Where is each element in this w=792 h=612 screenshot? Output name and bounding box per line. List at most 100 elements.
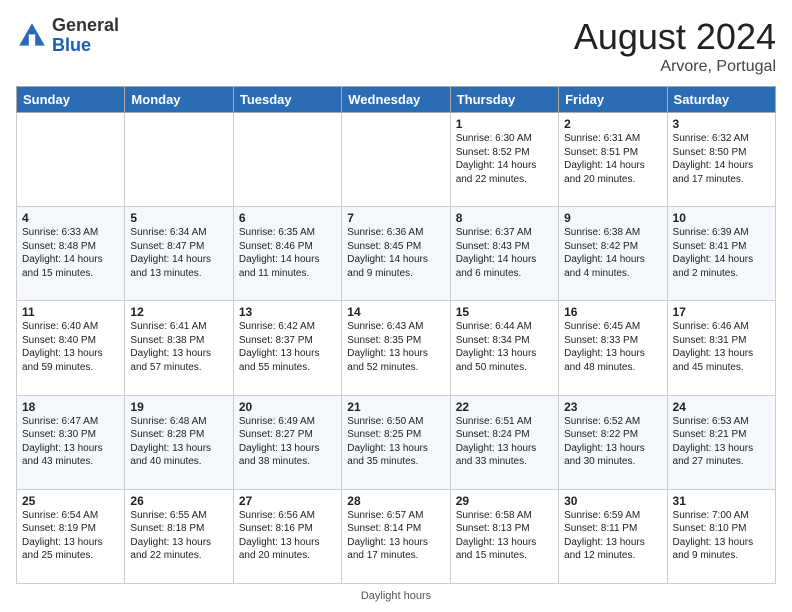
col-thursday: Thursday — [450, 87, 558, 113]
day-info: Sunrise: 6:49 AM Sunset: 8:27 PM Dayligh… — [239, 415, 336, 469]
day-number: 17 — [673, 305, 770, 319]
day-info: Sunrise: 6:59 AM Sunset: 8:11 PM Dayligh… — [564, 509, 661, 563]
calendar-day: 2Sunrise: 6:31 AM Sunset: 8:51 PM Daylig… — [559, 113, 667, 207]
col-saturday: Saturday — [667, 87, 775, 113]
day-info: Sunrise: 6:40 AM Sunset: 8:40 PM Dayligh… — [22, 320, 119, 374]
calendar-day: 19Sunrise: 6:48 AM Sunset: 8:28 PM Dayli… — [125, 395, 233, 489]
day-info: Sunrise: 6:54 AM Sunset: 8:19 PM Dayligh… — [22, 509, 119, 563]
calendar-week-3: 11Sunrise: 6:40 AM Sunset: 8:40 PM Dayli… — [17, 301, 776, 395]
calendar-week-2: 4Sunrise: 6:33 AM Sunset: 8:48 PM Daylig… — [17, 207, 776, 301]
calendar-day: 13Sunrise: 6:42 AM Sunset: 8:37 PM Dayli… — [233, 301, 341, 395]
col-sunday: Sunday — [17, 87, 125, 113]
day-info: Sunrise: 6:34 AM Sunset: 8:47 PM Dayligh… — [130, 226, 227, 280]
calendar-day: 11Sunrise: 6:40 AM Sunset: 8:40 PM Dayli… — [17, 301, 125, 395]
day-info: Sunrise: 6:33 AM Sunset: 8:48 PM Dayligh… — [22, 226, 119, 280]
calendar-day: 18Sunrise: 6:47 AM Sunset: 8:30 PM Dayli… — [17, 395, 125, 489]
month-year: August 2024 — [574, 16, 776, 58]
day-info: Sunrise: 6:43 AM Sunset: 8:35 PM Dayligh… — [347, 320, 444, 374]
calendar-day: 9Sunrise: 6:38 AM Sunset: 8:42 PM Daylig… — [559, 207, 667, 301]
logo-icon — [16, 20, 48, 52]
day-number: 23 — [564, 400, 661, 414]
location: Arvore, Portugal — [574, 58, 776, 76]
day-number: 3 — [673, 117, 770, 131]
logo-general-label: General — [52, 16, 119, 36]
calendar-day: 23Sunrise: 6:52 AM Sunset: 8:22 PM Dayli… — [559, 395, 667, 489]
day-number: 22 — [456, 400, 553, 414]
col-monday: Monday — [125, 87, 233, 113]
day-info: Sunrise: 6:35 AM Sunset: 8:46 PM Dayligh… — [239, 226, 336, 280]
day-number: 2 — [564, 117, 661, 131]
day-number: 25 — [22, 494, 119, 508]
day-info: Sunrise: 6:41 AM Sunset: 8:38 PM Dayligh… — [130, 320, 227, 374]
day-number: 7 — [347, 211, 444, 225]
day-info: Sunrise: 6:36 AM Sunset: 8:45 PM Dayligh… — [347, 226, 444, 280]
day-info: Sunrise: 7:00 AM Sunset: 8:10 PM Dayligh… — [673, 509, 770, 563]
day-info: Sunrise: 6:37 AM Sunset: 8:43 PM Dayligh… — [456, 226, 553, 280]
day-info: Sunrise: 6:45 AM Sunset: 8:33 PM Dayligh… — [564, 320, 661, 374]
calendar-day: 15Sunrise: 6:44 AM Sunset: 8:34 PM Dayli… — [450, 301, 558, 395]
calendar-day: 7Sunrise: 6:36 AM Sunset: 8:45 PM Daylig… — [342, 207, 450, 301]
day-number: 20 — [239, 400, 336, 414]
calendar-day: 26Sunrise: 6:55 AM Sunset: 8:18 PM Dayli… — [125, 489, 233, 583]
day-info: Sunrise: 6:31 AM Sunset: 8:51 PM Dayligh… — [564, 132, 661, 186]
col-friday: Friday — [559, 87, 667, 113]
calendar-week-1: 1Sunrise: 6:30 AM Sunset: 8:52 PM Daylig… — [17, 113, 776, 207]
calendar-week-4: 18Sunrise: 6:47 AM Sunset: 8:30 PM Dayli… — [17, 395, 776, 489]
day-number: 12 — [130, 305, 227, 319]
calendar-day: 29Sunrise: 6:58 AM Sunset: 8:13 PM Dayli… — [450, 489, 558, 583]
day-number: 9 — [564, 211, 661, 225]
day-info: Sunrise: 6:30 AM Sunset: 8:52 PM Dayligh… — [456, 132, 553, 186]
day-info: Sunrise: 6:38 AM Sunset: 8:42 PM Dayligh… — [564, 226, 661, 280]
day-number: 21 — [347, 400, 444, 414]
calendar-day: 17Sunrise: 6:46 AM Sunset: 8:31 PM Dayli… — [667, 301, 775, 395]
col-tuesday: Tuesday — [233, 87, 341, 113]
day-info: Sunrise: 6:44 AM Sunset: 8:34 PM Dayligh… — [456, 320, 553, 374]
calendar-day: 25Sunrise: 6:54 AM Sunset: 8:19 PM Dayli… — [17, 489, 125, 583]
day-info: Sunrise: 6:50 AM Sunset: 8:25 PM Dayligh… — [347, 415, 444, 469]
day-number: 28 — [347, 494, 444, 508]
calendar-day: 12Sunrise: 6:41 AM Sunset: 8:38 PM Dayli… — [125, 301, 233, 395]
calendar-table: Sunday Monday Tuesday Wednesday Thursday… — [16, 86, 776, 584]
calendar-week-5: 25Sunrise: 6:54 AM Sunset: 8:19 PM Dayli… — [17, 489, 776, 583]
calendar-day: 21Sunrise: 6:50 AM Sunset: 8:25 PM Dayli… — [342, 395, 450, 489]
day-number: 26 — [130, 494, 227, 508]
calendar-header-row: Sunday Monday Tuesday Wednesday Thursday… — [17, 87, 776, 113]
calendar-day: 20Sunrise: 6:49 AM Sunset: 8:27 PM Dayli… — [233, 395, 341, 489]
day-number: 16 — [564, 305, 661, 319]
calendar-day: 24Sunrise: 6:53 AM Sunset: 8:21 PM Dayli… — [667, 395, 775, 489]
calendar-day — [342, 113, 450, 207]
logo: General Blue — [16, 16, 119, 56]
day-number: 19 — [130, 400, 227, 414]
header: General Blue August 2024 Arvore, Portuga… — [16, 16, 776, 76]
day-info: Sunrise: 6:51 AM Sunset: 8:24 PM Dayligh… — [456, 415, 553, 469]
day-number: 8 — [456, 211, 553, 225]
calendar-day: 1Sunrise: 6:30 AM Sunset: 8:52 PM Daylig… — [450, 113, 558, 207]
day-number: 18 — [22, 400, 119, 414]
calendar-day: 8Sunrise: 6:37 AM Sunset: 8:43 PM Daylig… — [450, 207, 558, 301]
calendar-day — [233, 113, 341, 207]
calendar-day: 6Sunrise: 6:35 AM Sunset: 8:46 PM Daylig… — [233, 207, 341, 301]
calendar-day: 22Sunrise: 6:51 AM Sunset: 8:24 PM Dayli… — [450, 395, 558, 489]
day-info: Sunrise: 6:47 AM Sunset: 8:30 PM Dayligh… — [22, 415, 119, 469]
day-number: 1 — [456, 117, 553, 131]
calendar-day: 14Sunrise: 6:43 AM Sunset: 8:35 PM Dayli… — [342, 301, 450, 395]
calendar-day: 31Sunrise: 7:00 AM Sunset: 8:10 PM Dayli… — [667, 489, 775, 583]
day-number: 10 — [673, 211, 770, 225]
day-number: 11 — [22, 305, 119, 319]
day-number: 5 — [130, 211, 227, 225]
calendar-day — [125, 113, 233, 207]
calendar-day: 5Sunrise: 6:34 AM Sunset: 8:47 PM Daylig… — [125, 207, 233, 301]
logo-text: General Blue — [52, 16, 119, 56]
calendar-day: 10Sunrise: 6:39 AM Sunset: 8:41 PM Dayli… — [667, 207, 775, 301]
day-number: 29 — [456, 494, 553, 508]
day-info: Sunrise: 6:46 AM Sunset: 8:31 PM Dayligh… — [673, 320, 770, 374]
calendar-day: 16Sunrise: 6:45 AM Sunset: 8:33 PM Dayli… — [559, 301, 667, 395]
calendar-day — [17, 113, 125, 207]
day-info: Sunrise: 6:55 AM Sunset: 8:18 PM Dayligh… — [130, 509, 227, 563]
day-info: Sunrise: 6:53 AM Sunset: 8:21 PM Dayligh… — [673, 415, 770, 469]
day-info: Sunrise: 6:42 AM Sunset: 8:37 PM Dayligh… — [239, 320, 336, 374]
day-number: 6 — [239, 211, 336, 225]
calendar-day: 3Sunrise: 6:32 AM Sunset: 8:50 PM Daylig… — [667, 113, 775, 207]
day-info: Sunrise: 6:52 AM Sunset: 8:22 PM Dayligh… — [564, 415, 661, 469]
day-info: Sunrise: 6:58 AM Sunset: 8:13 PM Dayligh… — [456, 509, 553, 563]
